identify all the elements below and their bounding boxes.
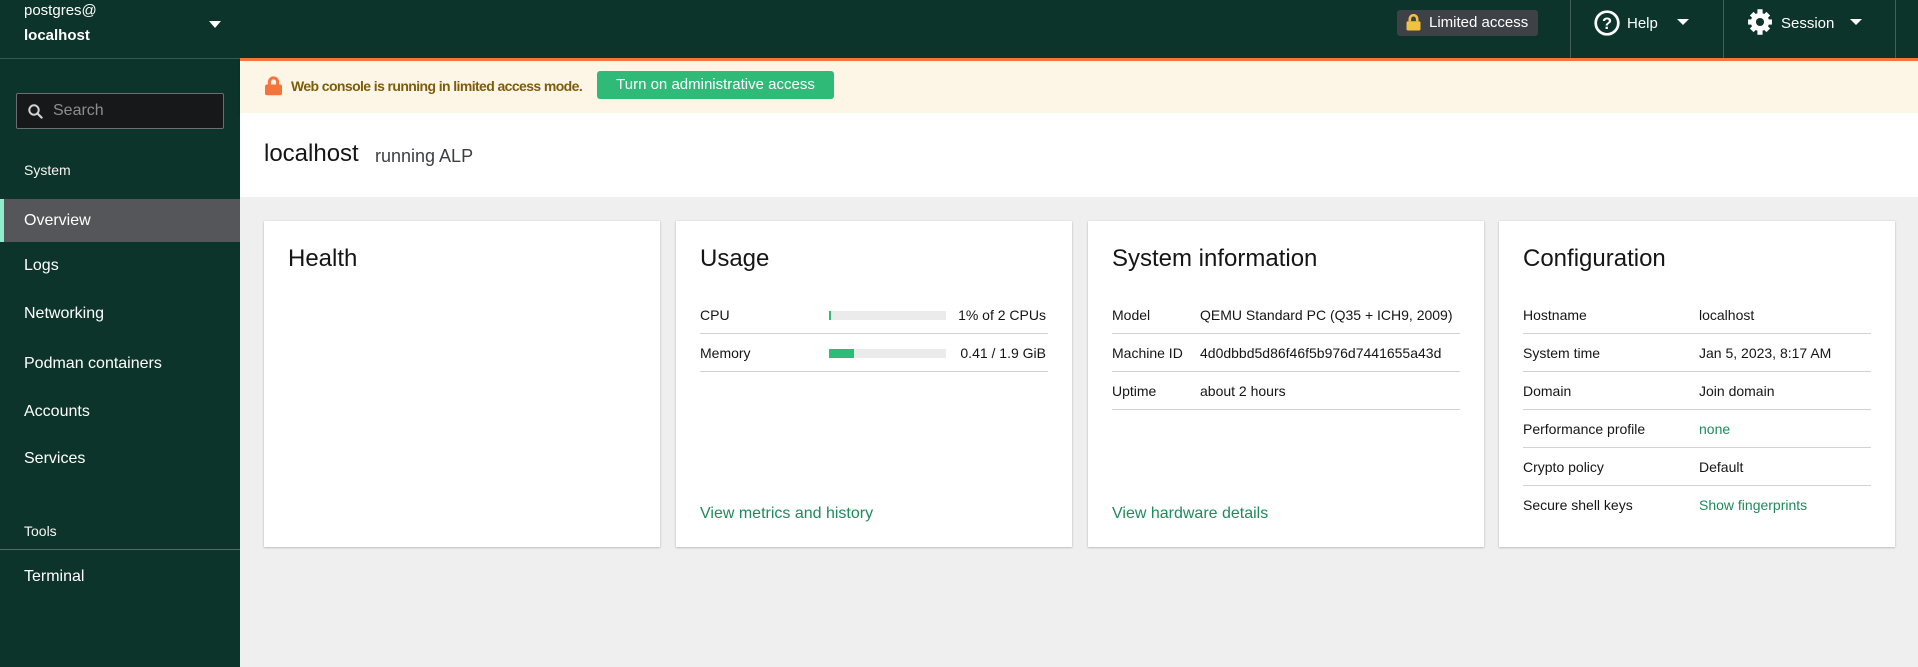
svg-text:?: ? <box>1602 15 1612 33</box>
